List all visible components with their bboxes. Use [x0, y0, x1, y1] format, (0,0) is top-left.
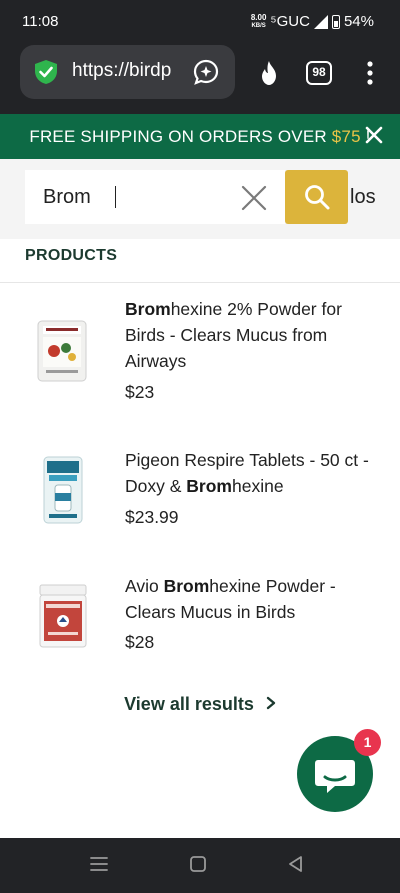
notification-badge: 1 — [354, 729, 381, 756]
banner-text: FREE SHIPPING ON ORDERS OVER $75 ! — [29, 127, 371, 146]
battery-icon — [331, 14, 340, 29]
network-type: ⁵GUC — [270, 13, 310, 30]
text-caret — [115, 186, 116, 208]
url-text: https://birdp — [72, 60, 172, 81]
home-icon[interactable] — [189, 855, 207, 873]
browser-toolbar: https://birdp 98 — [0, 44, 400, 114]
partial-text: los — [350, 186, 376, 208]
status-time: 11:08 — [22, 13, 59, 30]
search-icon — [305, 185, 330, 210]
address-bar[interactable]: https://birdp — [20, 45, 235, 99]
more-menu-icon[interactable] — [360, 58, 380, 88]
battery-level: 54% — [343, 13, 374, 30]
product-price: $23.99 — [125, 507, 179, 527]
recents-icon[interactable] — [89, 855, 109, 873]
flame-icon[interactable] — [255, 59, 283, 87]
net-speed: 8.00 KB/S — [250, 12, 267, 29]
back-icon[interactable] — [287, 855, 305, 873]
assistant-icon[interactable] — [192, 58, 220, 86]
view-all-results-link[interactable]: View all results — [0, 694, 400, 715]
shipping-banner: FREE SHIPPING ON ORDERS OVER $75 ! — [0, 114, 400, 159]
status-bar: 11:08 8.00 KB/S ⁵GUC 54% — [0, 0, 400, 44]
product-title[interactable]: Avio Bromhexine Powder - Clears Mucus in… — [125, 573, 375, 625]
signal-icon — [313, 14, 328, 29]
divider — [0, 282, 400, 283]
product-price: $28 — [125, 632, 155, 652]
product-image-avio-bromhexine — [39, 584, 87, 648]
chevron-right-icon — [266, 696, 276, 710]
product-image-bromhexine-powder — [37, 320, 87, 382]
tab-counter-icon[interactable]: 98 — [306, 61, 332, 85]
secure-shield-icon — [35, 60, 57, 84]
clear-search-icon[interactable] — [241, 185, 267, 211]
product-title[interactable]: Pigeon Respire Tablets - 50 ct - Doxy & … — [125, 447, 375, 499]
status-indicators: 8.00 KB/S ⁵GUC 54% — [251, 13, 374, 30]
search-input[interactable] — [43, 184, 223, 210]
banner-price: $75 — [331, 127, 361, 146]
products-heading: PRODUCTS — [25, 247, 118, 264]
close-icon[interactable] — [363, 124, 385, 146]
search-area: los — [0, 159, 400, 239]
product-price: $23 — [125, 382, 155, 402]
system-nav-bar — [0, 838, 400, 893]
search-box[interactable] — [25, 170, 285, 224]
product-image-pigeon-respire — [43, 456, 83, 524]
product-title[interactable]: Bromhexine 2% Powder for Birds - Clears … — [125, 296, 375, 374]
search-button[interactable] — [285, 170, 348, 224]
